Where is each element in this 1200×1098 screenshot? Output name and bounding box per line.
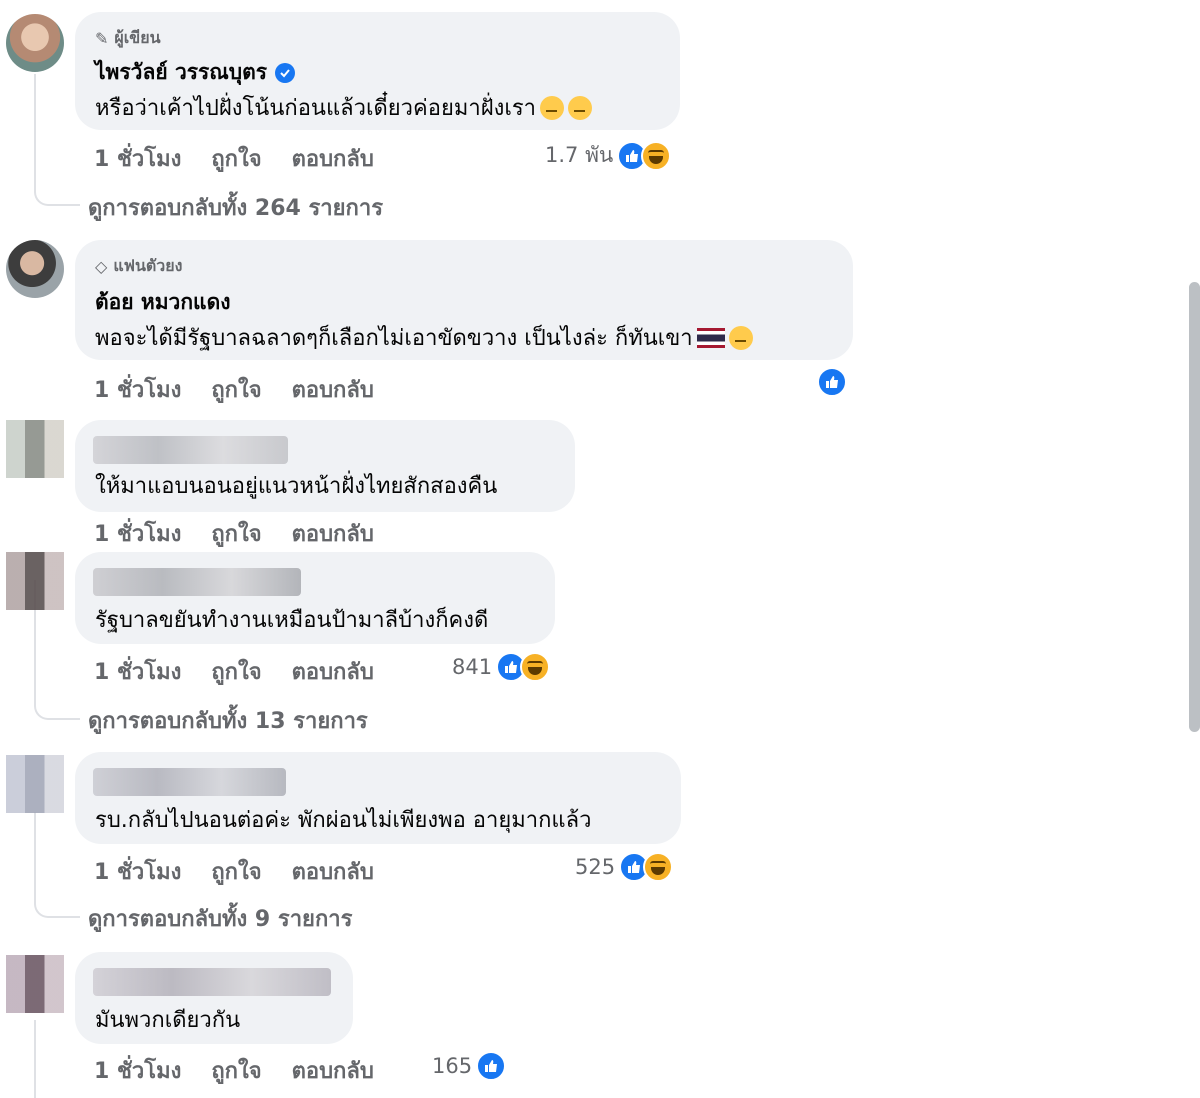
avatar[interactable] (6, 14, 64, 72)
comment-bubble: มันพวกเดียวกัน (75, 952, 353, 1044)
comment-actions: 1 ชั่วโมง ถูกใจ ตอบกลับ (94, 372, 374, 407)
comment-text-content: มันพวกเดียวกัน (95, 1008, 241, 1033)
avatar[interactable] (6, 240, 64, 298)
badge-label: แฟนตัวยง (113, 256, 183, 275)
view-replies-link[interactable]: ดูการตอบกลับทั้ง 9 รายการ (88, 901, 352, 936)
comment-bubble: ◇ แฟนตัวยง ต้อย หมวกแดง พอจะได้มีรัฐบาลฉ… (75, 240, 853, 360)
comment-text: ให้มาแอบนอนอยู่แนวหน้าฝั่งไทยสักสองคืน (95, 468, 497, 503)
comment-text-content: ให้มาแอบนอนอยู่แนวหน้าฝั่งไทยสักสองคืน (95, 474, 498, 499)
blurred-author-name (93, 768, 286, 796)
verified-badge-icon (275, 62, 296, 83)
avatar[interactable] (6, 955, 64, 1013)
comment-text: รัฐบาลขยันทำงานเหมือนป้ามาลีบ้างก็คงดี (95, 602, 488, 637)
blurred-author-name (93, 968, 331, 996)
comment-text: หรือว่าเค้าไปฝั่งโน้นก่อนแล้วเดี๋ยวค่อยม… (95, 90, 593, 125)
unamused-emoji-icon (540, 95, 565, 120)
reaction-count: 1.7 พัน (545, 143, 614, 167)
reaction-summary[interactable]: 1.7 พัน (545, 139, 672, 172)
comment-actions: 1 ชั่วโมง ถูกใจ ตอบกลับ (94, 654, 374, 689)
like-button[interactable]: ถูกใจ (211, 141, 261, 176)
comment-text: รบ.กลับไปนอนต่อค่ะ พักผ่อนไม่เพียงพอ อาย… (95, 802, 591, 837)
pencil-icon: ✎ (95, 29, 109, 48)
haha-reaction-icon (643, 852, 674, 882)
blurred-author-name (93, 436, 288, 464)
like-button[interactable]: ถูกใจ (211, 516, 261, 551)
like-button[interactable]: ถูกใจ (211, 654, 261, 689)
comment-actions: 1 ชั่วโมง ถูกใจ ตอบกลับ (94, 141, 374, 176)
reaction-summary[interactable]: 841 (452, 652, 551, 682)
haha-reaction-icon (520, 652, 551, 682)
avatar[interactable] (6, 552, 64, 610)
fan-badge: ◇ แฟนตัวยง (95, 254, 182, 279)
thread-elbow (34, 160, 80, 206)
comment-author[interactable]: ต้อย หมวกแดง (95, 286, 231, 319)
diamond-icon: ◇ (95, 257, 108, 276)
view-replies-link[interactable]: ดูการตอบกลับทั้ง 13 รายการ (88, 703, 368, 738)
thread-elbow (34, 880, 80, 918)
reply-button[interactable]: ตอบกลับ (292, 654, 374, 689)
comment-time[interactable]: 1 ชั่วโมง (94, 654, 181, 689)
comment-bubble: รบ.กลับไปนอนต่อค่ะ พักผ่อนไม่เพียงพอ อาย… (75, 752, 681, 844)
comment-text-content: หรือว่าเค้าไปฝั่งโน้นก่อนแล้วเดี๋ยวค่อยม… (95, 96, 537, 121)
avatar[interactable] (6, 420, 64, 478)
thread-line (34, 812, 36, 882)
like-reaction-icon (817, 367, 847, 397)
thread-elbow (34, 680, 80, 720)
comment-author[interactable]: ไพรวัลย์ วรรณบุตร (95, 56, 296, 89)
comment-text: พอจะได้มีรัฐบาลฉลาดๆก็เลือกไม่เอาขัดขวาง… (95, 320, 753, 355)
reaction-summary[interactable]: 165 (432, 1051, 507, 1081)
comment-text: มันพวกเดียวกัน (95, 1002, 240, 1037)
haha-reaction-icon (641, 140, 672, 171)
reaction-summary[interactable] (817, 367, 847, 397)
comment-text-content: รบ.กลับไปนอนต่อค่ะ พักผ่อนไม่เพียงพอ อาย… (95, 808, 592, 833)
comment-bubble: รัฐบาลขยันทำงานเหมือนป้ามาลีบ้างก็คงดี (75, 552, 555, 644)
reply-button[interactable]: ตอบกลับ (292, 372, 374, 407)
thread-line (34, 74, 36, 164)
comment-time[interactable]: 1 ชั่วโมง (94, 854, 181, 889)
comment-time[interactable]: 1 ชั่วโมง (94, 141, 181, 176)
blurred-author-name (93, 568, 301, 596)
like-reaction-icon (476, 1051, 507, 1081)
comment-time[interactable]: 1 ชั่วโมง (94, 516, 181, 551)
reaction-count: 841 (452, 655, 493, 679)
reaction-summary[interactable]: 525 (575, 852, 674, 882)
reaction-count: 525 (575, 855, 616, 879)
reply-button[interactable]: ตอบกลับ (292, 516, 374, 551)
comment-text-content: พอจะได้มีรัฐบาลฉลาดๆก็เลือกไม่เอาขัดขวาง… (95, 326, 693, 351)
comment-bubble: ให้มาแอบนอนอยู่แนวหน้าฝั่งไทยสักสองคืน (75, 420, 575, 512)
comment-actions: 1 ชั่วโมง ถูกใจ ตอบกลับ (94, 854, 374, 889)
reaction-count: 165 (432, 1054, 473, 1078)
like-button[interactable]: ถูกใจ (211, 372, 261, 407)
like-button[interactable]: ถูกใจ (211, 1053, 261, 1088)
reply-button[interactable]: ตอบกลับ (292, 141, 374, 176)
view-replies-link[interactable]: ดูการตอบกลับทั้ง 264 รายการ (88, 190, 383, 225)
thread-line (34, 1020, 36, 1098)
author-name[interactable]: ต้อย หมวกแดง (95, 286, 231, 319)
author-name[interactable]: ไพรวัลย์ วรรณบุตร (95, 56, 267, 89)
unamused-emoji-icon (568, 95, 593, 120)
comment-actions: 1 ชั่วโมง ถูกใจ ตอบกลับ (94, 516, 374, 551)
comment-actions: 1 ชั่วโมง ถูกใจ ตอบกลับ (94, 1053, 374, 1088)
author-badge: ✎ ผู้เขียน (95, 26, 161, 51)
smiling-emoji-icon (728, 325, 753, 350)
comment-time[interactable]: 1 ชั่วโมง (94, 1053, 181, 1088)
reply-button[interactable]: ตอบกลับ (292, 1053, 374, 1088)
scrollbar[interactable] (1189, 282, 1200, 732)
comment-text-content: รัฐบาลขยันทำงานเหมือนป้ามาลีบ้างก็คงดี (95, 608, 489, 633)
badge-label: ผู้เขียน (114, 28, 161, 47)
like-button[interactable]: ถูกใจ (211, 854, 261, 889)
comment-bubble: ✎ ผู้เขียน ไพรวัลย์ วรรณบุตร หรือว่าเค้า… (75, 12, 680, 130)
thailand-flag-icon (696, 327, 725, 348)
avatar[interactable] (6, 755, 64, 813)
reply-button[interactable]: ตอบกลับ (292, 854, 374, 889)
comment-time[interactable]: 1 ชั่วโมง (94, 372, 181, 407)
